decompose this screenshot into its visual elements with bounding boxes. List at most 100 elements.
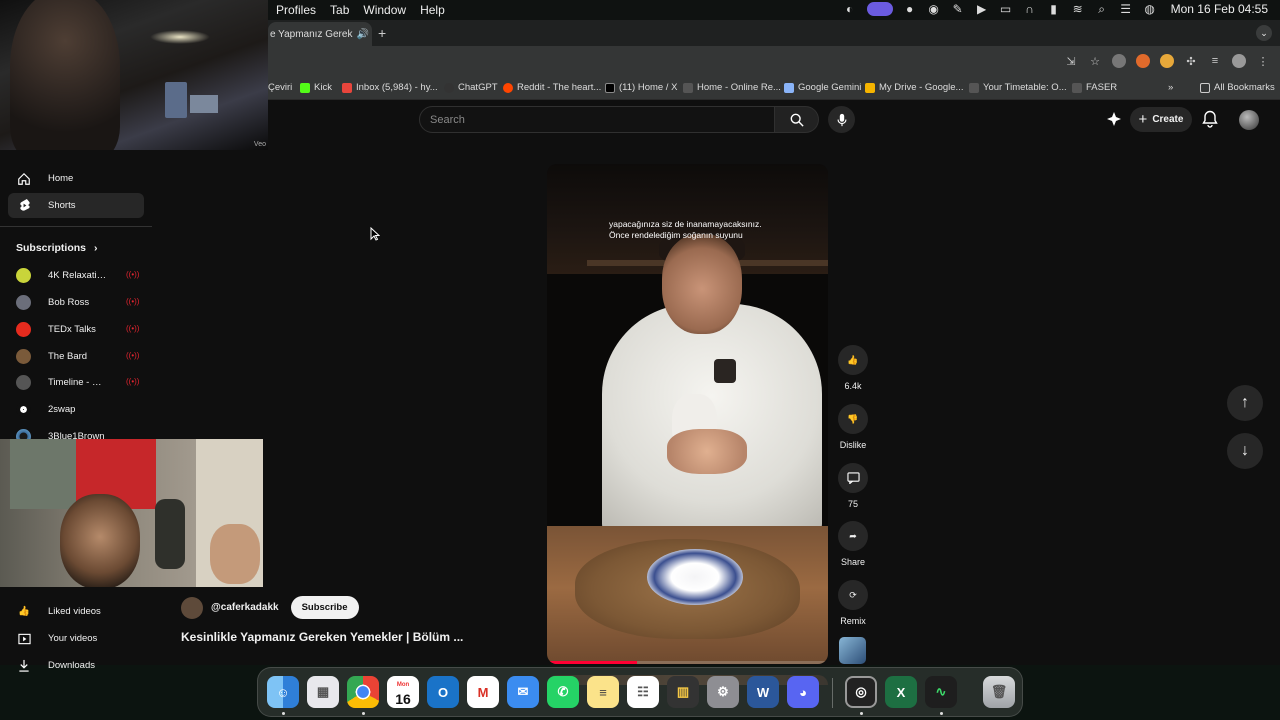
audio-thumbnail[interactable] [839, 637, 866, 664]
create-button[interactable]: + Create [1130, 107, 1192, 132]
notifications-bell-icon[interactable] [1202, 110, 1218, 133]
chrome-icon[interactable] [347, 676, 379, 708]
bookmark[interactable]: ChatGPT [444, 82, 498, 93]
more-icon[interactable]: ⋮ [1256, 54, 1270, 68]
channel-handle[interactable]: @caferkadakk [211, 602, 279, 613]
chevron-right-icon: › [94, 242, 98, 254]
bookmark[interactable]: Kick [300, 82, 332, 93]
sidebar-item-your-videos[interactable]: Your videos [8, 626, 144, 651]
bookmark[interactable]: Reddit - The heart... [503, 82, 601, 93]
sidebar-item-subscription[interactable]: 2swap [16, 398, 138, 420]
search-button[interactable] [775, 106, 819, 133]
reminders-icon[interactable]: ☷ [627, 676, 659, 708]
car-icon[interactable]: ▭ [999, 2, 1013, 16]
extension-icon[interactable] [1160, 54, 1174, 68]
battery-icon[interactable]: ▮ [1047, 2, 1061, 16]
remix-button[interactable]: ⟳ Remix [836, 580, 870, 626]
sidebar-item-subscription[interactable]: Timeline - World ... ((•)) [16, 371, 139, 393]
menu-window[interactable]: Window [363, 3, 406, 17]
menu-tab[interactable]: Tab [330, 3, 349, 17]
control-center-icon[interactable]: ☰ [1119, 2, 1133, 16]
all-bookmarks[interactable]: All Bookmarks [1200, 82, 1275, 93]
gmail-icon[interactable]: M [467, 676, 499, 708]
screen-share-icon[interactable]: ◐ [843, 2, 857, 16]
dislike-button[interactable]: 👎 Dislike [836, 404, 870, 450]
bookmark[interactable]: Inbox (5,984) - hy... [342, 82, 438, 93]
next-short-button[interactable]: ↓ [1227, 433, 1263, 469]
video-frame [190, 95, 218, 113]
previous-short-button[interactable]: ↑ [1227, 385, 1263, 421]
bookmark[interactable]: Çeviri [268, 82, 292, 93]
keynote-icon[interactable]: ▥ [667, 676, 699, 708]
sidebar-item-downloads[interactable]: Downloads [8, 653, 144, 678]
video-title[interactable]: Kesinlikle Yapmanız Gereken Yemekler | B… [181, 630, 463, 644]
speaker-icon[interactable]: 🔊 [356, 29, 368, 40]
subscribe-button[interactable]: Subscribe [290, 596, 359, 619]
puzzle-icon[interactable]: ✣ [1184, 54, 1198, 68]
share-button[interactable]: ➦ Share [836, 521, 870, 567]
calendar-icon[interactable]: Mon 16 [387, 676, 419, 708]
sidebar-item-home[interactable]: Home [8, 166, 144, 191]
discord-icon[interactable]: ◕ [787, 676, 819, 708]
sidebar-item-subscription[interactable]: 4K Relaxation Ch... ((•)) [16, 264, 140, 286]
extension-icon[interactable] [1112, 54, 1126, 68]
mail-icon[interactable]: ✉ [507, 676, 539, 708]
bookmark[interactable]: Your Timetable: O... [969, 82, 1067, 93]
sidebar-item-subscription[interactable]: The Bard ((•)) [16, 345, 139, 367]
voice-search-button[interactable] [828, 106, 855, 133]
tab-active[interactable]: e Yapmanız Gerek 🔊 ✕ [268, 22, 372, 46]
install-icon[interactable]: ⇲ [1064, 54, 1078, 68]
like-button[interactable]: 👍 6.4k [836, 345, 870, 391]
outlook-icon[interactable]: O [427, 676, 459, 708]
sidebar-item-liked-videos[interactable]: 👍 Liked videos [8, 599, 144, 624]
live-icon: ((•)) [126, 270, 140, 279]
activity-monitor-icon[interactable]: ∿ [925, 676, 957, 708]
channel-avatar[interactable] [181, 596, 203, 619]
search-input[interactable]: Search [419, 106, 775, 133]
plus-icon: + [1138, 111, 1148, 128]
sidebar-item-subscription[interactable]: Bob Ross ((•)) [16, 291, 139, 313]
profile-icon[interactable] [1232, 54, 1246, 68]
system-settings-icon[interactable]: ⚙ [707, 676, 739, 708]
record-icon[interactable]: ● [903, 2, 917, 16]
spotify-icon[interactable]: ◉ [927, 2, 941, 16]
status-pill-icon[interactable] [866, 2, 893, 16]
excel-icon[interactable]: X [885, 676, 917, 708]
sidebar-item-shorts[interactable]: Shorts [8, 193, 144, 218]
whatsapp-icon[interactable]: ✆ [547, 676, 579, 708]
bookmark[interactable]: Home - Online Re... [683, 82, 781, 93]
search-icon[interactable]: ⌕ [1095, 2, 1109, 16]
comments-button[interactable]: 75 [836, 463, 870, 509]
menu-clock[interactable]: Mon 16 Feb 04:55 [1171, 2, 1268, 16]
sidebar-item-subscription[interactable]: TEDx Talks ((•)) [16, 318, 139, 340]
account-avatar[interactable] [1239, 110, 1259, 130]
obs-icon[interactable]: ◎ [845, 676, 877, 708]
video-progress-bar[interactable] [547, 661, 828, 664]
gemini-spark-icon[interactable] [1106, 111, 1122, 132]
arrow-down-icon: ↓ [1241, 442, 1249, 459]
menu-help[interactable]: Help [420, 3, 445, 17]
new-tab-icon[interactable]: + [378, 25, 386, 41]
bookmark[interactable]: Google Gemini [784, 82, 861, 93]
bookmarks-overflow-icon[interactable]: » [1168, 82, 1173, 93]
tab-search-icon[interactable]: ⌄ [1256, 25, 1272, 41]
shorts-player[interactable]: yapacağınıza siz de inanamayacaksınız. Ö… [547, 164, 828, 664]
menu-profiles[interactable]: Profiles [276, 3, 316, 17]
play-icon[interactable]: ▶ [975, 2, 989, 16]
wifi-icon[interactable]: ≋ [1071, 2, 1085, 16]
launchpad-icon[interactable]: ▦ [307, 676, 339, 708]
media-icon[interactable]: ≡ [1208, 54, 1222, 68]
trash-icon[interactable]: 🗑 [983, 676, 1015, 708]
bookmark[interactable]: My Drive - Google... [865, 82, 963, 93]
star-icon[interactable]: ☆ [1088, 54, 1102, 68]
bookmark[interactable]: (11) Home / X [605, 82, 677, 93]
extension-icon[interactable] [1136, 54, 1150, 68]
notes-icon[interactable]: ≡ [587, 676, 619, 708]
word-icon[interactable]: W [747, 676, 779, 708]
pen-icon[interactable]: ✎ [951, 2, 965, 16]
subscriptions-header[interactable]: Subscriptions › [16, 242, 98, 254]
siri-icon[interactable]: ◍ [1143, 2, 1157, 16]
finder-icon[interactable]: ☺ [267, 676, 299, 708]
bookmark[interactable]: FASER [1072, 82, 1117, 93]
headphones-icon[interactable]: ∩ [1023, 2, 1037, 16]
